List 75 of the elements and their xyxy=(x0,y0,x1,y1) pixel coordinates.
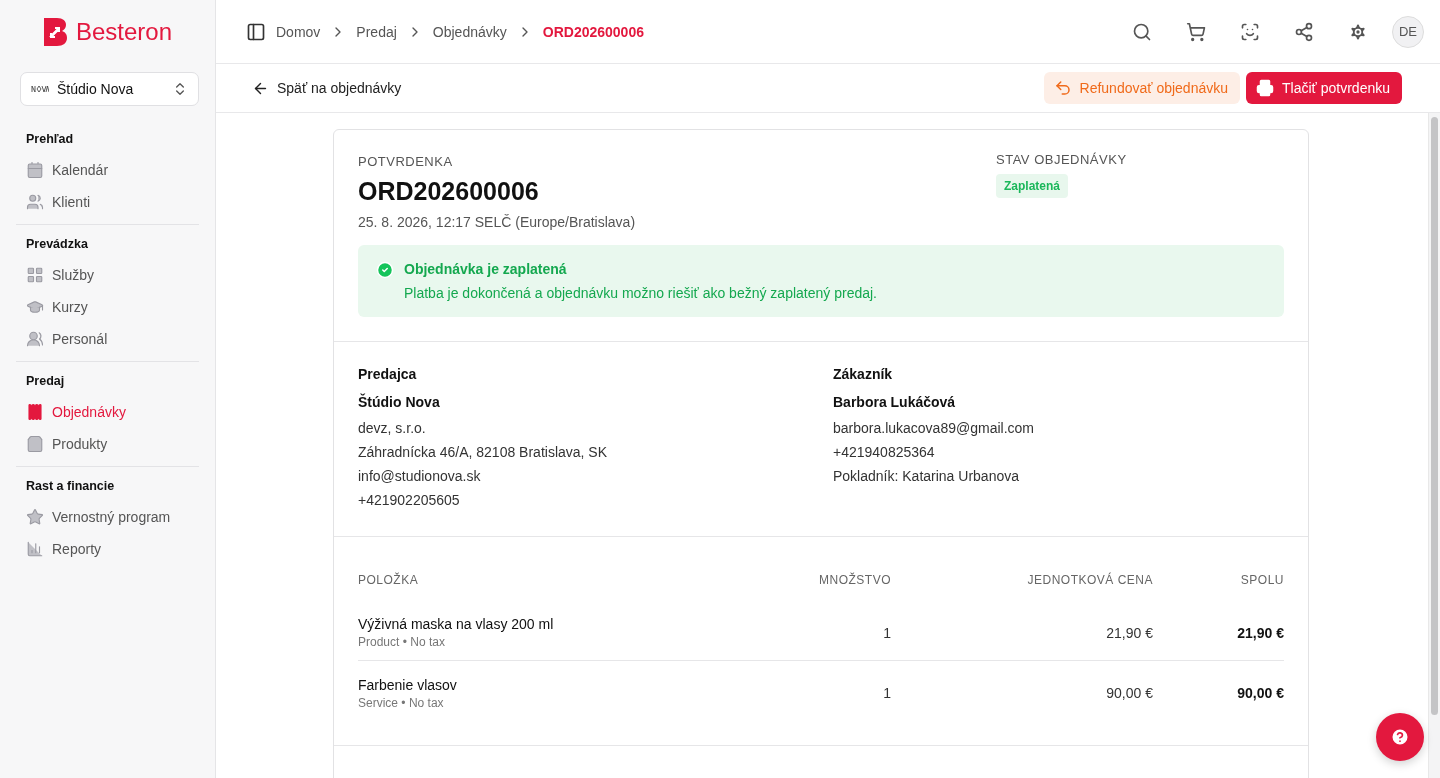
column-header: JEDNOTKOVÁ CENA xyxy=(1026,571,1153,589)
party-detail: Záhradnícka 46/A, 82108 Bratislava, SK xyxy=(358,443,609,462)
question-icon xyxy=(1390,727,1410,747)
breadcrumb-link[interactable]: Objednávky xyxy=(432,23,507,40)
sidebar-item[interactable]: Personál xyxy=(16,323,199,355)
table-cell-text: 90,00 € xyxy=(1105,685,1153,701)
star-icon xyxy=(26,508,44,526)
party-detail: +421940825364 xyxy=(833,443,936,462)
section-title: Prevádzka xyxy=(25,237,89,253)
help-button[interactable] xyxy=(1376,713,1424,761)
sidebar-item[interactable]: Produkty xyxy=(16,428,199,460)
studio-logo-icon xyxy=(31,85,49,93)
settings-icon[interactable] xyxy=(1348,21,1368,42)
receipt-label: POTVRDENKA xyxy=(358,154,454,169)
table-cell-text: 21,90 € xyxy=(1236,624,1284,641)
item-name: Farbenie vlasov xyxy=(358,676,458,693)
item-meta: Product • No tax xyxy=(358,635,446,649)
party-name: Štúdio Nova xyxy=(358,394,441,410)
party-name: Barbora Lukáčová xyxy=(833,394,957,410)
sidebar-item[interactable]: Služby xyxy=(16,259,199,291)
item-name: Výživná maska na vlasy 200 ml xyxy=(358,616,555,632)
party-heading: Zákazník xyxy=(833,366,894,382)
calendar-icon xyxy=(26,161,44,179)
section-title: Predaj xyxy=(25,374,66,390)
sidebar-item[interactable]: Klienti xyxy=(16,186,199,218)
logo-icon xyxy=(42,17,68,47)
sidebar-toggle-icon[interactable] xyxy=(246,21,266,42)
brand-name: Besteron xyxy=(76,18,173,46)
people-icon xyxy=(26,193,44,211)
breadcrumb-link[interactable]: ORD202600006 xyxy=(542,23,644,40)
status-badge: Zaplatená xyxy=(996,174,1068,198)
receipt-icon xyxy=(26,403,44,421)
table-cell-text: 1 xyxy=(882,624,891,641)
order-date: 25. 8. 2026, 12:17 SELČ (Europe/Bratislava) xyxy=(358,214,637,230)
alert-text: Platba je dokončená a objednávku možno riešiť ako bežný zaplatený predaj. xyxy=(404,285,877,301)
cart-icon[interactable] xyxy=(1186,21,1206,42)
party-detail: devz, s.r.o. xyxy=(358,419,427,438)
print-button[interactable]: Tlačiť potvrdenku xyxy=(1246,72,1402,104)
section-title: Prehľad xyxy=(25,132,75,148)
search-icon[interactable] xyxy=(1132,21,1152,42)
scan-icon[interactable] xyxy=(1240,21,1260,42)
breadcrumb-link[interactable]: Domov xyxy=(276,23,321,40)
table-cell-text: 1 xyxy=(882,685,891,701)
grid-icon xyxy=(26,266,44,284)
sidebar-item[interactable]: Kalendár xyxy=(16,154,199,186)
sidebar-item[interactable]: Kurzy xyxy=(16,291,199,323)
back-link[interactable]: Späť na objednávky xyxy=(252,79,402,97)
party-heading: Predajca xyxy=(358,366,418,382)
column-header: POLOŽKA xyxy=(358,571,420,589)
table-cell-text: 21,90 € xyxy=(1105,624,1153,641)
status-label: STAV OBJEDNÁVKY xyxy=(996,152,1128,167)
alert-title: Objednávka je zaplatená xyxy=(404,261,568,277)
party-detail: Pokladník: Katarina Urbanova xyxy=(833,467,1020,486)
sidebar-item[interactable]: Vernostný program xyxy=(16,501,199,533)
sidebar-item[interactable]: Reporty xyxy=(16,533,199,565)
check-icon xyxy=(376,261,394,279)
party-detail: +421902205605 xyxy=(358,491,461,510)
printer-icon xyxy=(1256,79,1275,97)
item-meta: Service • No tax xyxy=(358,695,445,710)
order-number: ORD202600006 xyxy=(358,177,540,206)
party-detail: info@studionova.sk xyxy=(358,467,482,486)
graduation-cap-icon xyxy=(26,298,44,316)
table-cell-text: 90,00 € xyxy=(1236,685,1284,701)
share-icon[interactable] xyxy=(1294,21,1314,42)
breadcrumb-link[interactable]: Predaj xyxy=(356,23,397,40)
people-icon xyxy=(26,330,44,348)
column-header: MNOŽSTVO xyxy=(818,571,891,589)
workspace-selector[interactable]: Štúdio Nova xyxy=(20,72,199,106)
section-title: Rast a financie xyxy=(25,479,116,495)
undo-arrow-icon xyxy=(1053,79,1072,97)
user-avatar[interactable]: DE xyxy=(1392,15,1424,48)
column-header: SPOLU xyxy=(1239,572,1284,589)
bar-chart-icon xyxy=(26,540,44,558)
party-detail: barbora.lukacova89@gmail.com xyxy=(833,419,1035,438)
sidebar-item[interactable]: Objednávky xyxy=(16,396,199,428)
